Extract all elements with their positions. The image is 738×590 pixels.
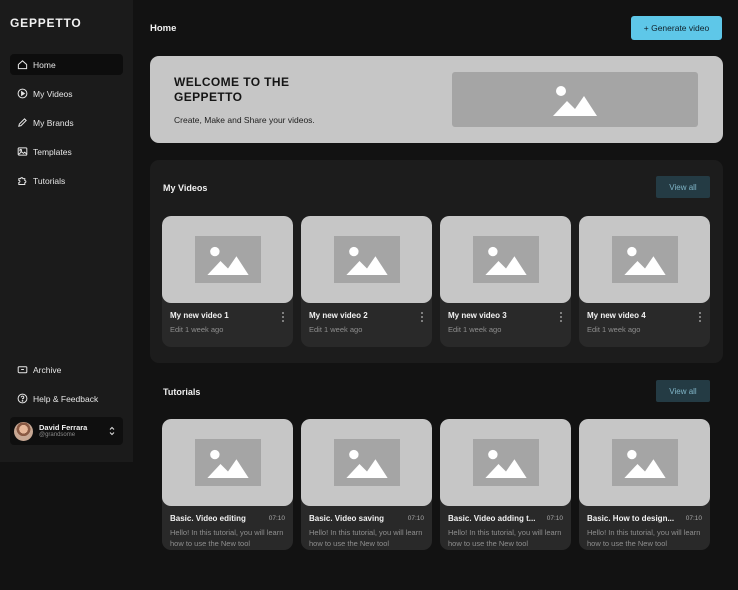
sidebar-item-help-feedback[interactable]: Help & Feedback (10, 388, 123, 409)
archive-icon (17, 366, 28, 374)
video-title: My new video 4 (587, 311, 646, 320)
tutorial-title: Basic. Video adding t... (448, 514, 536, 523)
home-icon (17, 60, 28, 70)
banner-title: WELCOME TO THE GEPPETTO (174, 75, 290, 105)
video-card[interactable]: My new video 4 Edit 1 week ago (579, 216, 710, 347)
tutorial-duration: 07:10 (685, 515, 702, 522)
tutorial-card[interactable]: Basic. Video adding t... 07:10 Hello! In… (440, 419, 571, 550)
tutorial-title: Basic. Video editing (170, 514, 246, 523)
user-switcher[interactable]: David Ferrara @grandsome (10, 417, 123, 445)
tutorial-duration: 07:10 (546, 515, 563, 522)
video-meta: Edit 1 week ago (448, 325, 502, 334)
tutorials-view-all-button[interactable]: View all (656, 380, 710, 402)
app-logo: GEPPETTO (10, 16, 82, 30)
tutorial-duration: 07:10 (407, 515, 424, 522)
tutorial-description: Hello! In this tutorial, you will learn … (309, 528, 423, 548)
sidebar-item-label: My Brands (33, 117, 74, 128)
video-title: My new video 1 (170, 311, 229, 320)
tutorial-thumbnail (579, 419, 710, 506)
video-thumbnail (301, 216, 432, 303)
sidebar-item-my-brands[interactable]: My Brands (10, 112, 123, 133)
tutorial-thumbnail (440, 419, 571, 506)
more-vertical-icon[interactable] (557, 311, 565, 323)
user-handle: @grandsome (39, 431, 76, 438)
tutorial-title: Basic. Video saving (309, 514, 384, 523)
tutorial-title: Basic. How to design... (587, 514, 675, 523)
puzzle-icon (18, 177, 27, 185)
sidebar-item-label: Home (33, 59, 56, 70)
tutorials-title: Tutorials (163, 387, 201, 397)
tutorial-card[interactable]: Basic. Video editing 07:10 Hello! In thi… (162, 419, 293, 550)
video-meta: Edit 1 week ago (587, 325, 641, 334)
video-card[interactable]: My new video 3 Edit 1 week ago (440, 216, 571, 347)
sidebar-item-archive[interactable]: Archive (10, 359, 123, 380)
sidebar: GEPPETTO Home My Videos My Brands Templa… (0, 0, 133, 462)
tutorial-thumbnail (162, 419, 293, 506)
image-placeholder-icon (484, 449, 527, 478)
image-placeholder-icon (623, 246, 666, 275)
tutorial-thumbnail (301, 419, 432, 506)
image-placeholder-icon (206, 246, 249, 275)
sidebar-item-label: Tutorials (33, 175, 66, 186)
image-placeholder-icon (206, 449, 249, 478)
image-placeholder-icon (553, 85, 597, 116)
user-name: David Ferrara (39, 422, 88, 432)
banner-subtitle: Create, Make and Share your videos. (174, 115, 315, 125)
sidebar-item-my-videos[interactable]: My Videos (10, 83, 123, 104)
image-placeholder-icon (484, 246, 527, 275)
video-title: My new video 3 (448, 311, 507, 320)
sidebar-item-tutorials[interactable]: Tutorials (10, 170, 123, 191)
video-thumbnail (440, 216, 571, 303)
tutorial-description: Hello! In this tutorial, you will learn … (587, 528, 701, 548)
sidebar-item-templates[interactable]: Templates (10, 141, 123, 162)
image-placeholder-icon (345, 246, 388, 275)
video-thumbnail (162, 216, 293, 303)
sidebar-item-home[interactable]: Home (10, 54, 123, 75)
video-meta: Edit 1 week ago (309, 325, 363, 334)
sidebar-item-label: Archive (33, 364, 62, 375)
video-card[interactable]: My new video 2 Edit 1 week ago (301, 216, 432, 347)
tutorial-card[interactable]: Basic. Video saving 07:10 Hello! In this… (301, 419, 432, 550)
video-card[interactable]: My new video 1 Edit 1 week ago (162, 216, 293, 347)
image-icon (17, 147, 28, 156)
my-videos-title: My Videos (163, 183, 208, 193)
more-vertical-icon[interactable] (279, 311, 287, 323)
video-thumbnail (579, 216, 710, 303)
generate-video-button[interactable]: + Generate video (631, 16, 722, 40)
tutorial-duration: 07:10 (268, 515, 285, 522)
chevron-up-down-icon (109, 426, 115, 436)
sidebar-item-label: My Videos (33, 88, 73, 99)
tutorial-card[interactable]: Basic. How to design... 07:10 Hello! In … (579, 419, 710, 550)
video-meta: Edit 1 week ago (170, 325, 224, 334)
avatar (14, 421, 33, 441)
image-placeholder-icon (623, 449, 666, 478)
play-circle-icon (17, 88, 28, 99)
sidebar-item-label: Help & Feedback (33, 393, 99, 404)
pencil-icon (18, 118, 27, 127)
page-title: Home (150, 23, 177, 34)
welcome-banner: WELCOME TO THE GEPPETTO Create, Make and… (150, 56, 723, 143)
video-title: My new video 2 (309, 311, 368, 320)
image-placeholder-icon (345, 449, 388, 478)
tutorial-description: Hello! In this tutorial, you will learn … (170, 528, 284, 548)
my-videos-view-all-button[interactable]: View all (656, 176, 710, 198)
more-vertical-icon[interactable] (418, 311, 426, 323)
more-vertical-icon[interactable] (696, 311, 704, 323)
sidebar-item-label: Templates (33, 146, 72, 157)
help-icon (17, 393, 28, 404)
tutorial-description: Hello! In this tutorial, you will learn … (448, 528, 562, 548)
banner-image-placeholder (452, 72, 698, 127)
